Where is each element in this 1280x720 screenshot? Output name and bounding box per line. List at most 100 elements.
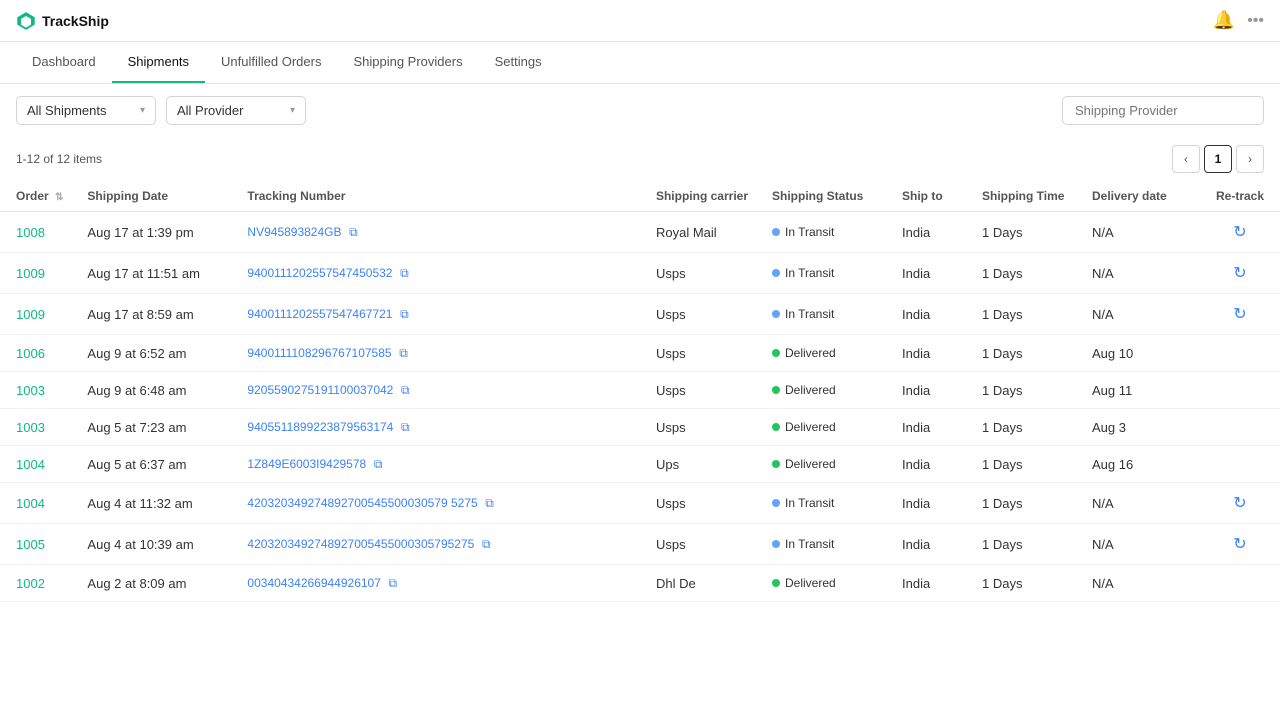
status-badge: In Transit [772,307,878,321]
cell-tracking: 9205590275191100037042 ⧉ [235,372,644,409]
col-header-ship-to: Ship to [890,181,970,212]
copy-tracking-icon[interactable]: ⧉ [485,496,494,510]
cell-ship-to: India [890,294,970,335]
order-link[interactable]: 1009 [16,266,45,281]
status-badge: In Transit [772,496,878,510]
main-nav: Dashboard Shipments Unfulfilled Orders S… [0,42,1280,84]
cell-carrier: Usps [644,253,760,294]
pagination-next[interactable]: › [1236,145,1264,173]
order-link[interactable]: 1002 [16,576,45,591]
pagination-prev[interactable]: ‹ [1172,145,1200,173]
order-link[interactable]: 1009 [16,307,45,322]
cell-ship-to: India [890,212,970,253]
more-options-icon[interactable]: ••• [1247,12,1264,30]
cell-delivery-date: Aug 16 [1080,446,1200,483]
cell-order: 1003 [0,372,75,409]
tracking-number-link[interactable]: NV945893824GB [247,225,341,239]
table-row: 1008 Aug 17 at 1:39 pm NV945893824GB ⧉ R… [0,212,1280,253]
header-right: 🔔 ••• [1213,10,1264,31]
order-link[interactable]: 1006 [16,346,45,361]
tracking-number-link[interactable]: 9400111202557547467721 [247,307,392,321]
tracking-number-link[interactable]: 420320349274892700545500030579 5275 [247,496,477,510]
cell-status: Delivered [760,372,890,409]
pagination-bar: 1-12 of 12 items ‹ 1 › [0,137,1280,181]
cell-shipping-time: 1 Days [970,446,1080,483]
cell-order: 1006 [0,335,75,372]
shipping-provider-search[interactable] [1062,96,1264,125]
cell-delivery-date: N/A [1080,294,1200,335]
tracking-number-link[interactable]: 9400111202557547450532 [247,266,392,280]
order-link[interactable]: 1008 [16,225,45,240]
order-link[interactable]: 1003 [16,420,45,435]
copy-tracking-icon[interactable]: ⧉ [374,457,383,471]
cell-delivery-date: Aug 10 [1080,335,1200,372]
copy-tracking-icon[interactable]: ⧉ [401,420,410,434]
cell-order: 1009 [0,253,75,294]
cell-status: In Transit [760,524,890,565]
order-link[interactable]: 1004 [16,496,45,511]
cell-order: 1005 [0,524,75,565]
order-link[interactable]: 1005 [16,537,45,552]
nav-dashboard[interactable]: Dashboard [16,42,112,83]
nav-settings[interactable]: Settings [479,42,558,83]
cell-tracking: 9400111108296767107585 ⧉ [235,335,644,372]
copy-tracking-icon[interactable]: ⧉ [400,307,409,321]
order-link[interactable]: 1003 [16,383,45,398]
cell-carrier: Usps [644,335,760,372]
logo-icon [16,11,36,31]
nav-shipping-providers[interactable]: Shipping Providers [337,42,478,83]
col-header-order[interactable]: Order ⇅ [0,181,75,212]
cell-delivery-date: Aug 11 [1080,372,1200,409]
order-link[interactable]: 1004 [16,457,45,472]
retrack-button[interactable]: ↻ [1233,534,1246,554]
cell-shipping-date: Aug 5 at 7:23 am [75,409,235,446]
copy-tracking-icon[interactable]: ⧉ [389,576,398,590]
cell-order: 1009 [0,294,75,335]
copy-tracking-icon[interactable]: ⧉ [399,346,408,360]
shipments-table-container: Order ⇅ Shipping Date Tracking Number Sh… [0,181,1280,602]
app-name: TrackShip [42,13,109,29]
status-dot [772,540,780,548]
nav-unfulfilled-orders[interactable]: Unfulfilled Orders [205,42,337,83]
header: TrackShip 🔔 ••• [0,0,1280,42]
tracking-number-link[interactable]: 00340434266944926107 [247,576,380,590]
tracking-number-link[interactable]: 1Z849E6003I9429578 [247,457,366,471]
status-badge: Delivered [772,383,878,397]
nav-shipments[interactable]: Shipments [112,42,205,83]
col-header-carrier: Shipping carrier [644,181,760,212]
tracking-number-link[interactable]: 9400111108296767107585 [247,346,391,360]
cell-carrier: Usps [644,409,760,446]
provider-filter-dropdown[interactable]: All Provider ▾ [166,96,306,125]
cell-shipping-date: Aug 9 at 6:48 am [75,372,235,409]
tracking-number-link[interactable]: 9405511899223879563174 [247,420,393,434]
cell-order: 1002 [0,565,75,602]
retrack-button[interactable]: ↻ [1233,493,1246,513]
table-row: 1006 Aug 9 at 6:52 am 940011110829676710… [0,335,1280,372]
copy-tracking-icon[interactable]: ⧉ [401,383,410,397]
tracking-number-link[interactable]: 9205590275191100037042 [247,383,393,397]
notification-icon[interactable]: 🔔 [1213,10,1235,31]
cell-shipping-date: Aug 9 at 6:52 am [75,335,235,372]
cell-shipping-time: 1 Days [970,372,1080,409]
tracking-number-link[interactable]: 4203203492748927005455000305795275 [247,537,474,551]
shipments-filter-dropdown[interactable]: All Shipments ▾ [16,96,156,125]
status-badge: In Transit [772,537,878,551]
cell-delivery-date: Aug 3 [1080,409,1200,446]
cell-ship-to: India [890,446,970,483]
cell-shipping-time: 1 Days [970,335,1080,372]
pagination-controls: ‹ 1 › [1172,145,1264,173]
retrack-button[interactable]: ↻ [1233,222,1246,242]
status-label: In Transit [785,537,834,551]
shipments-filter-label: All Shipments [27,103,106,118]
pagination-page-1[interactable]: 1 [1204,145,1232,173]
cell-carrier: Usps [644,483,760,524]
pagination-info-text: 1-12 of 12 items [16,152,102,166]
provider-filter-label: All Provider [177,103,243,118]
copy-tracking-icon[interactable]: ⧉ [482,537,491,551]
status-dot [772,228,780,236]
copy-tracking-icon[interactable]: ⧉ [400,266,409,280]
table-row: 1009 Aug 17 at 8:59 am 94001112025575474… [0,294,1280,335]
retrack-button[interactable]: ↻ [1233,263,1246,283]
retrack-button[interactable]: ↻ [1233,304,1246,324]
copy-tracking-icon[interactable]: ⧉ [349,225,358,239]
